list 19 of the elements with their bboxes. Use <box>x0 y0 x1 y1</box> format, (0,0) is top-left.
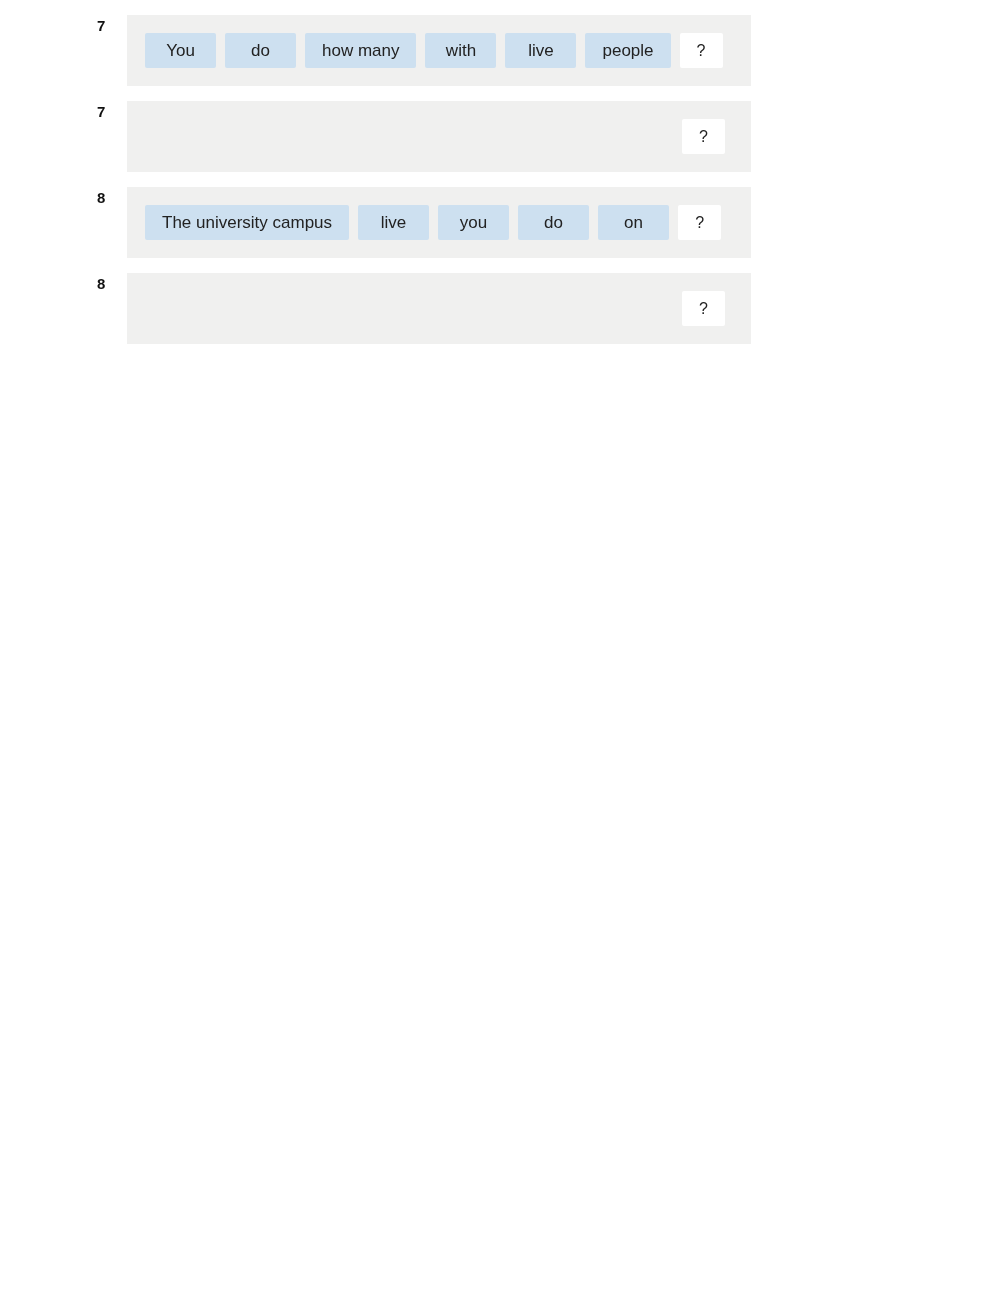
word-tile[interactable]: how many <box>305 33 417 68</box>
word-tile[interactable]: live <box>358 205 430 240</box>
question-number: 8 <box>97 274 107 292</box>
word-tile[interactable]: on <box>598 205 670 240</box>
question-number: 7 <box>97 16 107 34</box>
word-tile[interactable]: do <box>518 205 590 240</box>
punctuation-tile[interactable]: ? <box>679 33 723 68</box>
word-tile[interactable]: you <box>438 205 510 240</box>
word-tile[interactable]: The university campus <box>145 205 350 240</box>
word-tile[interactable]: do <box>225 33 296 68</box>
punctuation-tile[interactable]: ? <box>678 205 722 240</box>
word-tile[interactable]: people <box>585 33 671 68</box>
question-number: 8 <box>97 188 107 206</box>
question-number: 7 <box>97 102 107 120</box>
word-tile[interactable]: with <box>425 33 497 68</box>
word-tile[interactable]: You <box>145 33 216 68</box>
punctuation-tile[interactable]: ? <box>682 119 725 154</box>
punctuation-tile[interactable]: ? <box>682 291 725 326</box>
word-tile[interactable]: live <box>505 33 577 68</box>
